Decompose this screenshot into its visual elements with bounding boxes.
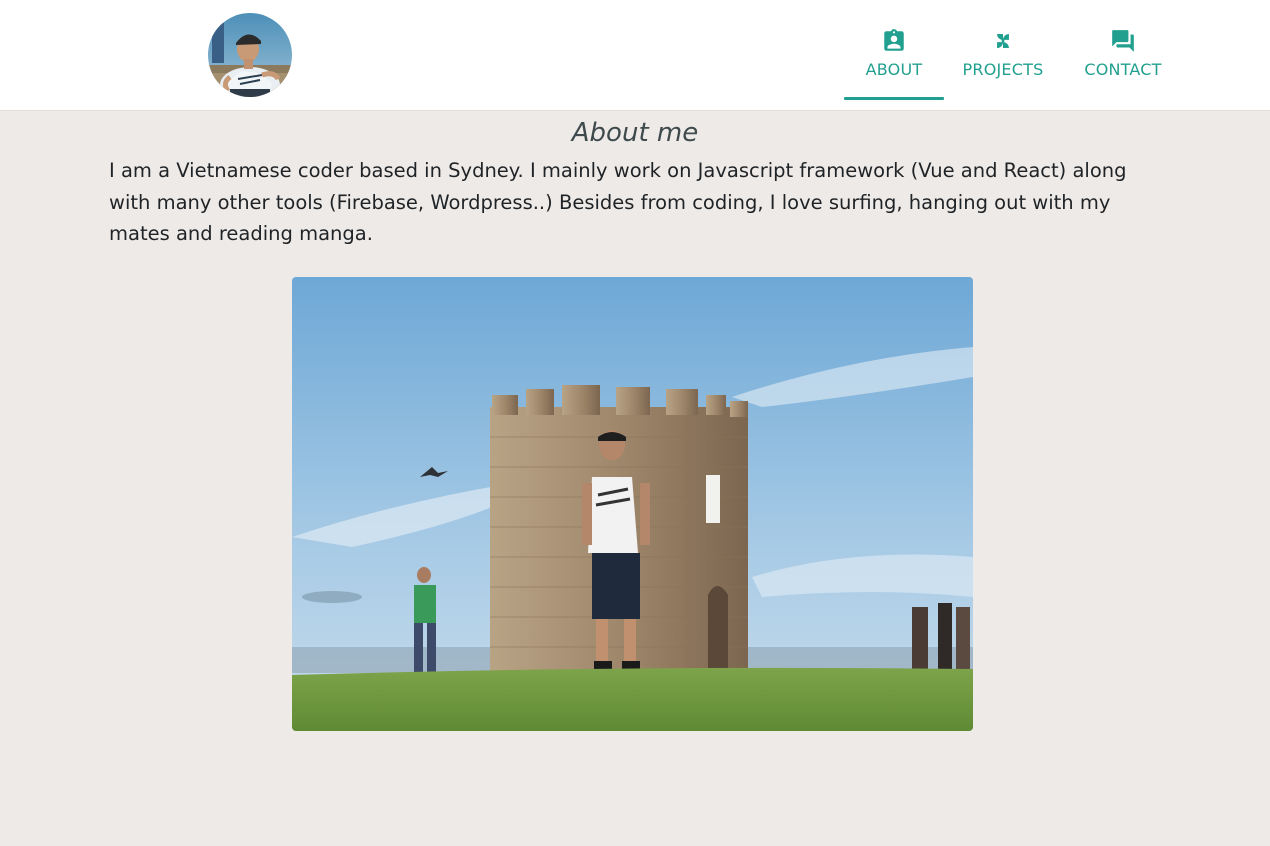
tower-photo-illustration (292, 277, 973, 731)
profile-avatar[interactable] (208, 13, 292, 97)
nav-tab-projects[interactable]: PROJECTS (944, 0, 1062, 110)
page-title: About me (571, 118, 699, 148)
contact-badge-icon (884, 29, 904, 51)
avatar-photo (208, 13, 292, 97)
bio-text: I am a Vietnamese coder based in Sydney.… (109, 159, 1127, 245)
nav-tab-about[interactable]: ABOUT (844, 0, 944, 110)
about-photo (292, 277, 973, 731)
nav-projects-label: PROJECTS (962, 60, 1044, 79)
pinwheel-icon (997, 33, 1009, 49)
nav-contact-label: CONTACT (1084, 60, 1162, 79)
top-header: ABOUT PROJECTS CONTACT (0, 0, 1270, 111)
active-tab-indicator (844, 97, 944, 100)
nav-tab-contact[interactable]: CONTACT (1062, 0, 1184, 110)
nav-about-label: ABOUT (865, 60, 923, 79)
main-nav: ABOUT PROJECTS CONTACT (844, 0, 1184, 110)
chat-bubbles-icon (1112, 30, 1134, 52)
